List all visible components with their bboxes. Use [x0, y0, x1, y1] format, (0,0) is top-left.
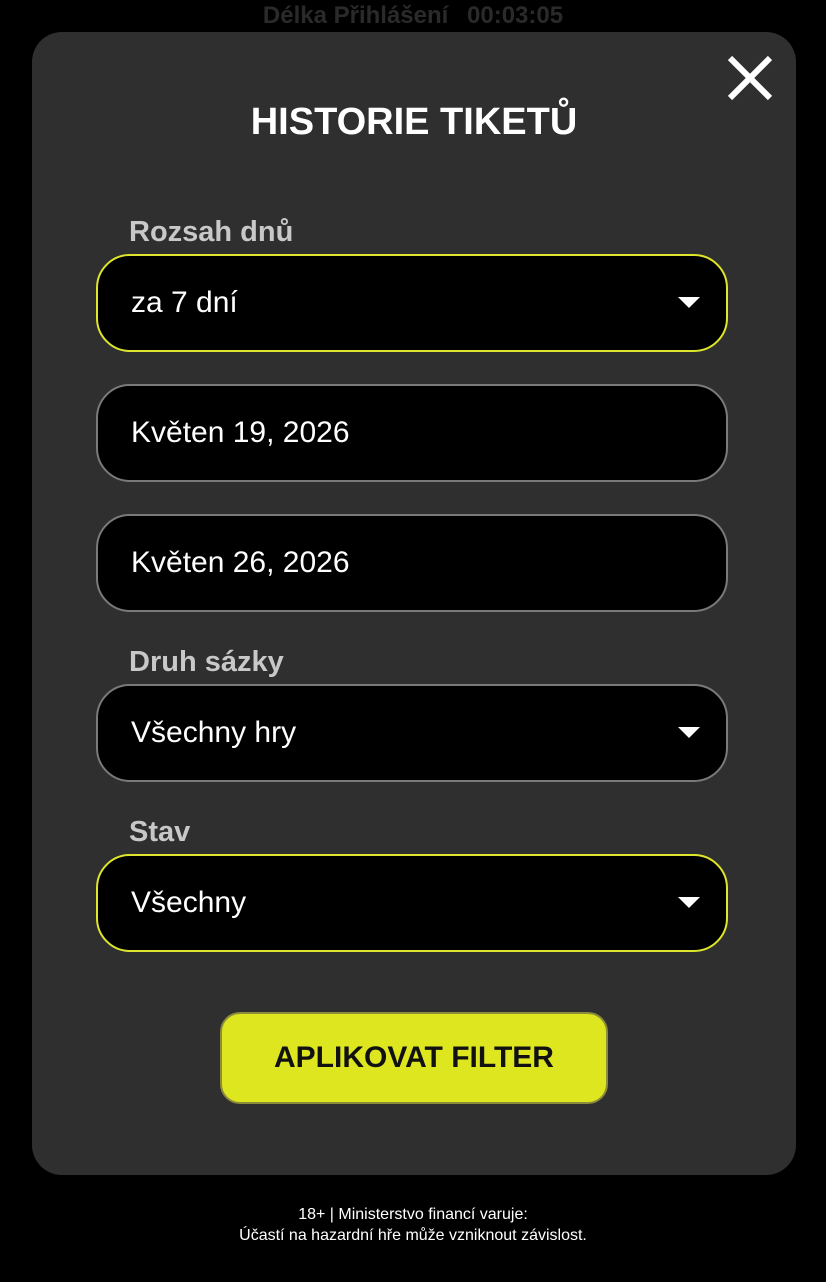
date-to-value: Květen 26, 2026	[131, 546, 350, 579]
bet-type-select[interactable]: Všechny hry	[96, 684, 728, 782]
session-time: 00:03:05	[467, 2, 564, 29]
session-timer-bar: Délka Přihlášení 00:03:05	[0, 0, 826, 32]
close-icon	[727, 55, 773, 101]
date-range-select[interactable]: za 7 dní	[96, 254, 728, 352]
close-button[interactable]	[724, 52, 776, 104]
date-from-field[interactable]: Květen 19, 2026	[96, 384, 728, 482]
status-label: Stav	[129, 816, 191, 848]
chevron-down-icon	[678, 727, 700, 738]
date-to-field[interactable]: Květen 26, 2026	[96, 514, 728, 612]
warning-line-1: 18+ | Ministerstvo financí varuje:	[298, 1206, 528, 1223]
status-select[interactable]: Všechny	[96, 854, 728, 952]
status-value: Všechny	[131, 886, 247, 919]
bet-type-value: Všechny hry	[131, 716, 297, 749]
date-from-value: Květen 19, 2026	[131, 416, 350, 449]
apply-filter-button[interactable]: APLIKOVAT FILTER	[220, 1012, 608, 1104]
date-range-value: za 7 dní	[131, 286, 238, 319]
chevron-down-icon	[678, 297, 700, 308]
modal-title: HISTORIE TIKETŮ	[250, 101, 578, 143]
chevron-down-icon	[678, 897, 700, 908]
date-range-label: Rozsah dnů	[129, 216, 294, 248]
session-label: Délka Přihlášení	[262, 2, 449, 29]
ticket-history-modal: HISTORIE TIKETŮ Rozsah dnů za 7 dní Květ…	[32, 32, 796, 1175]
gambling-warning: 18+ | Ministerstvo financí varuje: Účast…	[0, 1204, 826, 1246]
bet-type-label: Druh sázky	[129, 646, 284, 678]
warning-line-2: Účastí na hazardní hře může vzniknout zá…	[239, 1227, 587, 1244]
